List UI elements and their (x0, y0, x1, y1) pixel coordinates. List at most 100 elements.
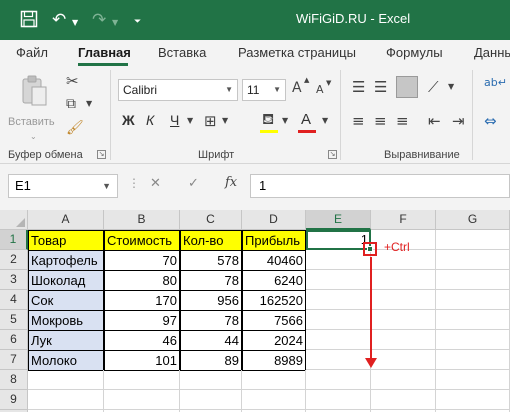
cell-a7[interactable]: Молоко (28, 350, 104, 371)
tab-home[interactable]: Главная (78, 45, 131, 60)
copy-dropdown-icon[interactable]: ▼ (86, 99, 92, 108)
orientation-dropdown-icon[interactable]: ▼ (448, 82, 454, 91)
cell-f4[interactable] (371, 290, 436, 310)
column-header-b[interactable]: B (104, 210, 180, 230)
cell-g7[interactable] (436, 350, 510, 370)
cell-a5[interactable]: Мокровь (28, 310, 104, 331)
cell-c9[interactable] (180, 390, 242, 410)
paste-button[interactable]: Вставить ⌄ (8, 74, 55, 141)
undo-icon[interactable]: ↶ (52, 10, 66, 30)
cell-c3[interactable]: 78 (180, 270, 242, 291)
cell-c1[interactable]: Кол-во (180, 230, 242, 251)
italic-button[interactable]: К (146, 110, 154, 130)
fill-color-dropdown-icon[interactable]: ▼ (282, 116, 288, 125)
align-bottom-icon[interactable] (396, 76, 418, 98)
underline-dropdown-icon[interactable]: ▼ (187, 116, 193, 125)
column-header-c[interactable]: C (180, 210, 242, 230)
cell-e2[interactable] (306, 250, 371, 270)
tab-file[interactable]: Файл (16, 45, 48, 60)
font-color-dropdown-icon[interactable]: ▼ (322, 116, 328, 125)
tab-page-layout[interactable]: Разметка страницы (238, 45, 356, 60)
cell-a6[interactable]: Лук (28, 330, 104, 351)
insert-function-icon[interactable]: fx (225, 175, 237, 190)
cell-d6[interactable]: 2024 (242, 330, 306, 351)
decrease-indent-icon[interactable]: ⇤ (428, 112, 441, 130)
bold-button[interactable]: Ж (122, 110, 135, 130)
fill-color-icon[interactable]: ⛾ (262, 110, 274, 130)
cell-g9[interactable] (436, 390, 510, 410)
row-header-1[interactable]: 1 (0, 230, 28, 250)
row-header-8[interactable]: 8 (0, 370, 28, 390)
cell-e3[interactable] (306, 270, 371, 290)
cell-e8[interactable] (306, 370, 371, 390)
row-header-7[interactable]: 7 (0, 350, 28, 370)
borders-dropdown-icon[interactable]: ▼ (222, 116, 228, 125)
cell-d2[interactable]: 40460 (242, 250, 306, 271)
cell-c5[interactable]: 78 (180, 310, 242, 331)
format-painter-icon[interactable]: 🖌 (66, 120, 84, 136)
name-box[interactable]: E1 ▼ (8, 174, 118, 198)
cell-d5[interactable]: 7566 (242, 310, 306, 331)
font-size-select[interactable]: 11 ▼ (242, 79, 286, 101)
cell-f5[interactable] (371, 310, 436, 330)
align-left-icon[interactable]: ≡ (352, 112, 365, 130)
cell-c7[interactable]: 89 (180, 350, 242, 371)
cell-f6[interactable] (371, 330, 436, 350)
cell-f7[interactable] (371, 350, 436, 370)
cell-b8[interactable] (104, 370, 180, 390)
grow-font-button[interactable]: A (292, 80, 302, 96)
cell-f9[interactable] (371, 390, 436, 410)
cell-b1[interactable]: Стоимость (104, 230, 180, 251)
font-launcher-icon[interactable]: ↘ (328, 150, 337, 159)
row-header-9[interactable]: 9 (0, 390, 28, 410)
tab-insert[interactable]: Вставка (158, 45, 206, 60)
cell-g8[interactable] (436, 370, 510, 390)
cell-f8[interactable] (371, 370, 436, 390)
cell-b2[interactable]: 70 (104, 250, 180, 271)
cell-c8[interactable] (180, 370, 242, 390)
borders-icon[interactable]: ⊞ (204, 112, 217, 130)
paste-dropdown-icon[interactable]: ⌄ (30, 132, 37, 141)
row-header-2[interactable]: 2 (0, 250, 28, 270)
cell-a9[interactable] (28, 390, 104, 410)
cut-icon[interactable]: ✂ (66, 72, 79, 90)
column-header-a[interactable]: A (28, 210, 104, 230)
cell-a3[interactable]: Шоколад (28, 270, 104, 291)
customize-qat-icon[interactable]: ⏷ (134, 12, 141, 32)
tab-data[interactable]: Данны (474, 45, 510, 60)
cell-d1[interactable]: Прибыль (242, 230, 306, 251)
cell-e7[interactable] (306, 350, 371, 370)
cell-d3[interactable]: 6240 (242, 270, 306, 291)
cell-d7[interactable]: 8989 (242, 350, 306, 371)
formula-input[interactable]: 1 (250, 174, 510, 198)
align-middle-icon[interactable]: ☰ (374, 78, 387, 96)
increase-indent-icon[interactable]: ⇥ (452, 112, 465, 130)
copy-icon[interactable]: ⧉ (66, 96, 76, 112)
row-header-5[interactable]: 5 (0, 310, 28, 330)
clipboard-launcher-icon[interactable]: ↘ (97, 150, 106, 159)
column-header-f[interactable]: F (371, 210, 436, 230)
redo-icon[interactable]: ↷ (92, 10, 106, 30)
save-icon[interactable] (20, 10, 40, 30)
cell-a4[interactable]: Сок (28, 290, 104, 311)
cell-d9[interactable] (242, 390, 306, 410)
cell-b7[interactable]: 101 (104, 350, 180, 371)
cell-g3[interactable] (436, 270, 510, 290)
cell-a2[interactable]: Картофель (28, 250, 104, 271)
merge-center-icon[interactable]: ⇔ (484, 112, 497, 130)
row-header-3[interactable]: 3 (0, 270, 28, 290)
cell-c2[interactable]: 578 (180, 250, 242, 271)
cell-c6[interactable]: 44 (180, 330, 242, 351)
cell-g2[interactable] (436, 250, 510, 270)
cell-b6[interactable]: 46 (104, 330, 180, 351)
tab-formulas[interactable]: Формулы (386, 45, 443, 60)
worksheet-grid[interactable]: ABCDEFG12345678910ТоварСтоимостьКол-воПр… (0, 210, 510, 412)
cell-f3[interactable] (371, 270, 436, 290)
column-header-e[interactable]: E (306, 210, 371, 230)
align-center-icon[interactable]: ≡ (374, 112, 387, 130)
cell-e5[interactable] (306, 310, 371, 330)
cell-e9[interactable] (306, 390, 371, 410)
wrap-text-icon[interactable]: ab↵ (484, 76, 507, 89)
redo-dropdown-icon[interactable]: ▼ (112, 13, 118, 33)
column-header-g[interactable]: G (436, 210, 510, 230)
